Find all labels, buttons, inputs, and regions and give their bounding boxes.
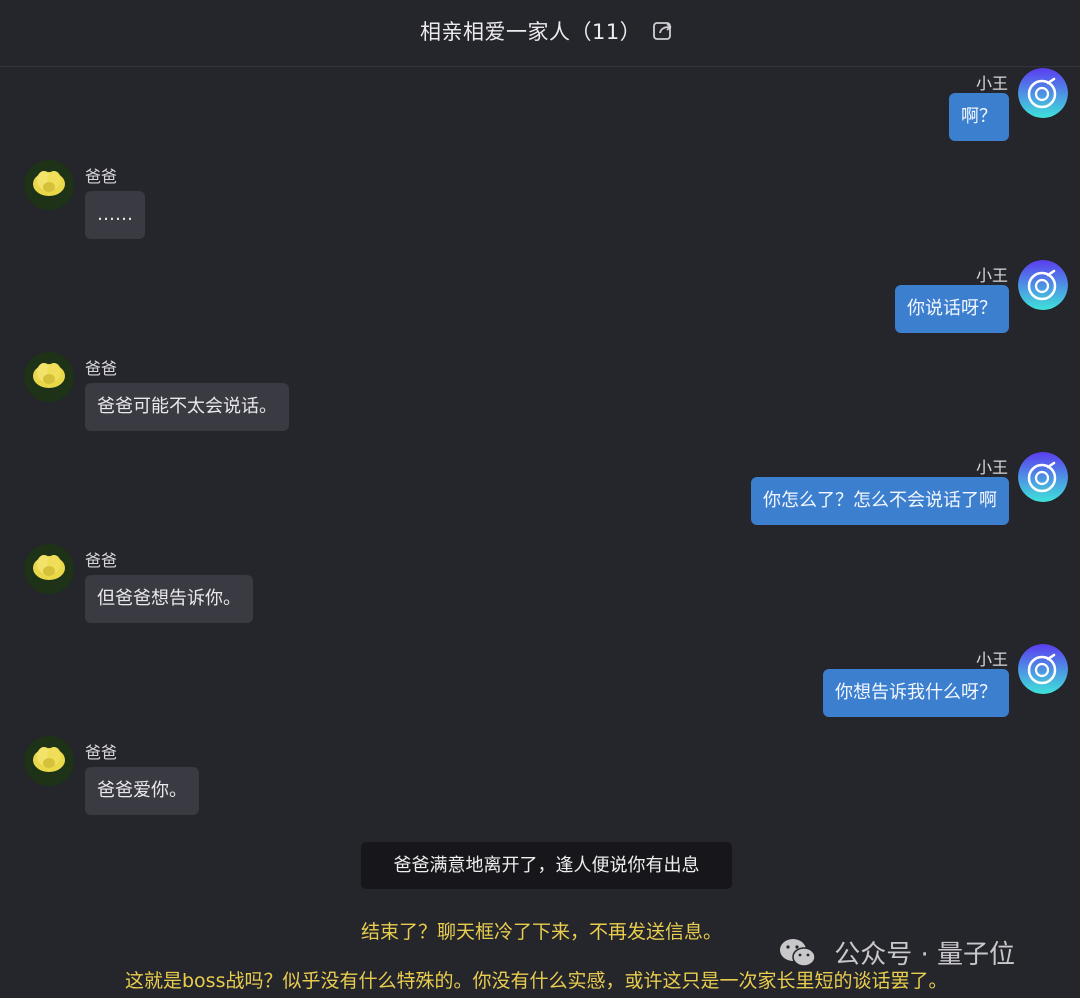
sender-name: 小王 xyxy=(975,74,1008,93)
robot-avatar-icon[interactable] xyxy=(1018,260,1068,310)
message-bubble-other[interactable]: 但爸爸想告诉你。 xyxy=(85,575,253,623)
watermark-text: 公众号 · 量子位 xyxy=(834,940,1016,970)
sender-name: 小王 xyxy=(975,458,1008,477)
message-bubble-other[interactable]: 爸爸爱你。 xyxy=(85,767,199,815)
sender-name: 爸爸 xyxy=(85,167,118,186)
flower-avatar[interactable] xyxy=(24,352,74,402)
flower-avatar[interactable] xyxy=(24,160,74,210)
flower-avatar[interactable] xyxy=(24,544,74,594)
message-bubble-me[interactable]: 啊？ xyxy=(949,93,1009,141)
sender-name: 爸爸 xyxy=(85,359,118,378)
flower-avatar[interactable] xyxy=(24,736,74,786)
narration-caption: 结束了？聊天框冷了下来，不再发送信息。 xyxy=(361,921,723,943)
chat-header: 相亲相爱一家人（11） xyxy=(0,0,1080,67)
robot-avatar-icon[interactable] xyxy=(1018,644,1068,694)
group-title: 相亲相爱一家人（11） xyxy=(420,20,642,44)
wechat-icon xyxy=(780,938,816,967)
message-bubble-other[interactable]: 爸爸可能不太会说话。 xyxy=(85,383,289,431)
share-icon[interactable] xyxy=(651,18,675,42)
watermark: 公众号 · 量子位 xyxy=(778,934,1015,974)
sender-name: 爸爸 xyxy=(85,743,118,762)
message-bubble-me[interactable]: 你想告诉我什么呀？ xyxy=(823,669,1009,717)
system-toast: 爸爸满意地离开了，逢人便说你有出息 xyxy=(361,842,732,889)
sender-name: 小王 xyxy=(975,650,1008,669)
sender-name: 爸爸 xyxy=(85,551,118,570)
robot-avatar-icon[interactable] xyxy=(1018,452,1068,502)
sender-name: 小王 xyxy=(975,266,1008,285)
message-bubble-me[interactable]: 你怎么了？怎么不会说话了啊 xyxy=(751,477,1009,525)
robot-avatar-icon[interactable] xyxy=(1018,68,1068,118)
message-bubble-me[interactable]: 你说话呀？ xyxy=(895,285,1009,333)
message-bubble-other[interactable]: …… xyxy=(85,191,145,239)
